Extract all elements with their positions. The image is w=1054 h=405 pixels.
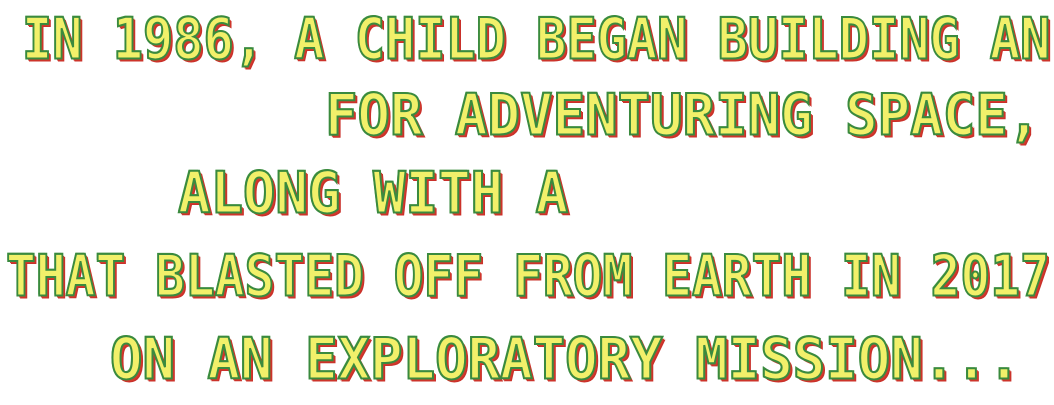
intro-line-1: IN 1986, A CHILD BEGAN BUILDING AN — [21, 5, 1051, 73]
intro-line-3: ALONG WITH A — [177, 159, 569, 227]
intro-text-panel: IN 1986, A CHILD BEGAN BUILDING AN FOR A… — [0, 0, 1054, 405]
intro-line-2: FOR ADVENTURING SPACE, — [324, 81, 1041, 149]
intro-line-4: THAT BLASTED OFF FROM EARTH IN 2017 — [5, 242, 1051, 310]
intro-line-5: ON AN EXPLORATORY MISSION... — [109, 325, 1021, 393]
